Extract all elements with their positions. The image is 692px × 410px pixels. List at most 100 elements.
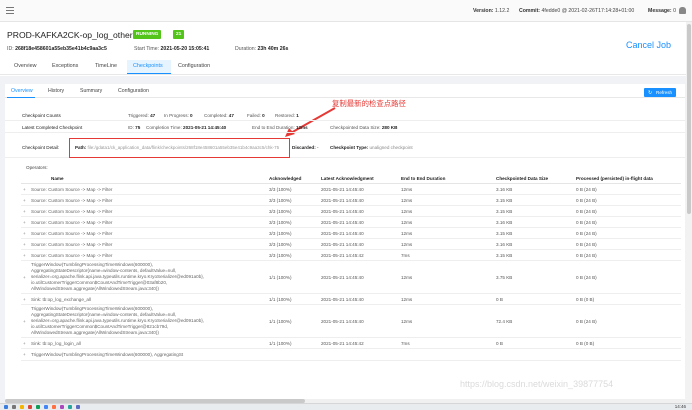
cell-size: 3.16 KB <box>496 220 513 225</box>
checkpoint-detail-label: Checkpoint Detail: <box>22 145 60 150</box>
subtab-configuration[interactable]: Configuration <box>118 88 149 94</box>
table-row[interactable]: + Sink: tb:op_log_login_all 1/1 (100%) 2021… <box>21 338 681 349</box>
cell-e2e: 12ms <box>401 297 413 302</box>
subtab-history[interactable]: History <box>48 88 64 94</box>
table-row[interactable]: + Sink: tb:op_log_exchange_all 1/1 (100%) 2… <box>21 294 681 305</box>
top-bar: Version: 1.12.2 Commit: 4fedde0 @ 2021-0… <box>0 0 692 22</box>
table-row[interactable]: + Source: Custom Source -> Map -> Filter 3… <box>21 250 681 261</box>
discarded-info: Discarded: - <box>292 145 319 150</box>
commit-info: Commit: 4fedde0 @ 2021-02-26T17:14:28+01… <box>519 8 635 14</box>
app-icon[interactable] <box>60 405 64 409</box>
expand-row-icon[interactable]: + <box>23 297 26 302</box>
cell-size: 3.15 KB <box>496 231 513 236</box>
refresh-icon: ↻ <box>648 90 653 96</box>
table-row[interactable]: + Source: Custom Source -> Map -> Filter 3… <box>21 228 681 239</box>
cell-size: 3.16 KB <box>496 242 513 247</box>
latest-e2e-duration: End to End Duration: 12ms <box>252 125 308 130</box>
latest-id: ID: 75 <box>128 125 141 130</box>
tab-configuration[interactable]: Configuration <box>178 63 210 69</box>
table-row[interactable]: + TriggerWindow(TumblingProcessingTimeWin… <box>21 305 681 338</box>
checkpoint-type: Checkpoint Type: unaligned checkpoint <box>330 145 413 150</box>
cell-size: 3.75 KB <box>496 275 513 280</box>
cell-ack: 3/3 (100%) <box>269 253 292 258</box>
cell-e2e: 12ms <box>401 198 413 203</box>
expand-row-icon[interactable]: + <box>23 253 26 258</box>
cancel-job-button[interactable]: Cancel Job <box>626 40 671 50</box>
cell-ack: 3/3 (100%) <box>269 231 292 236</box>
table-row[interactable]: + Source: Custom Source -> Map -> Filter 3… <box>21 239 681 250</box>
table-row[interactable]: + TriggerWindow(TumblingProcessingTimeWin… <box>21 261 681 294</box>
expand-row-icon[interactable]: + <box>23 341 26 346</box>
cell-latest: 2021-05-21 14:45:40 <box>321 209 364 214</box>
browser-icon[interactable] <box>28 405 32 409</box>
table-row[interactable]: + Source: Custom Source -> Map -> Filter 3… <box>21 206 681 217</box>
completed-count: Completed: 47 <box>204 113 234 118</box>
tab-overview[interactable]: Overview <box>14 63 36 69</box>
checkpoint-counts-label: Checkpoint Counts <box>22 113 61 118</box>
cell-size: 3.15 KB <box>496 253 513 258</box>
cell-latest: 2021-05-21 14:45:40 <box>321 242 364 247</box>
cell-ack: 1/1 (100%) <box>269 275 292 280</box>
latest-completion-time: Completion Time: 2021-05-21 14:45:40 <box>146 125 227 130</box>
subtab-summary[interactable]: Summary <box>80 88 102 94</box>
cell-e2e: 12ms <box>401 220 413 225</box>
latest-data-size: Checkpointed Data Size: 280 KB <box>330 125 398 130</box>
cell-e2e: 12ms <box>401 275 413 280</box>
cell-latest: 2021-05-21 14:45:40 <box>321 319 364 324</box>
table-row[interactable]: + Source: Custom Source -> Map -> Filter 3… <box>21 217 681 228</box>
table-row[interactable]: + Source: Custom Source -> Map -> Filter 3… <box>21 184 681 195</box>
message-info[interactable]: Message: 0 <box>648 8 676 14</box>
cell-e2e: 12ms <box>401 242 413 247</box>
explorer-icon[interactable] <box>20 405 24 409</box>
table-row[interactable]: + TriggerWindow(TumblingProcessingTimeWin… <box>21 349 681 361</box>
menu-icon[interactable] <box>6 7 14 14</box>
app-icon[interactable] <box>52 405 56 409</box>
latest-checkpoint-row: Latest Completed Checkpoint ID: 75 Compl… <box>5 122 685 133</box>
cell-e2e: 7ms <box>401 341 410 346</box>
latest-checkpoint-label: Latest Completed Checkpoint <box>22 125 83 130</box>
expand-row-icon[interactable]: + <box>23 275 26 280</box>
tab-timeline[interactable]: TimeLine <box>95 63 117 69</box>
operator-name: TriggerWindow(TumblingProcessingTimeWind… <box>31 352 184 357</box>
expand-row-icon[interactable]: + <box>23 319 26 324</box>
expand-row-icon[interactable]: + <box>23 220 26 225</box>
annotation-text: 复制最新的检查点路径 <box>332 99 406 108</box>
cell-ack: 1/1 (100%) <box>269 297 292 302</box>
expand-row-icon[interactable]: + <box>23 352 26 357</box>
cell-latest: 2021-05-21 14:45:40 <box>321 220 364 225</box>
tab-exceptions[interactable]: Exceptions <box>52 63 78 69</box>
app-icon[interactable] <box>76 405 80 409</box>
table-header: Name Acknowledged Latest Acknowledgment … <box>21 173 681 184</box>
cell-size: 3.16 KB <box>496 187 513 192</box>
search-icon[interactable] <box>12 405 16 409</box>
job-start-time: Start Time: 2021-05-20 15:05:41 <box>134 46 210 52</box>
cell-proc: 0 B (24 B) <box>576 319 597 324</box>
expand-row-icon[interactable]: + <box>23 242 26 247</box>
inprogress-count: In Progress: 0 <box>164 113 193 118</box>
header-name: Name <box>51 176 64 181</box>
refresh-button[interactable]: ↻ Refresh <box>644 88 676 97</box>
cell-latest: 2021-05-21 14:45:40 <box>321 187 364 192</box>
app-icon[interactable] <box>36 405 40 409</box>
app-icon[interactable] <box>68 405 72 409</box>
bell-icon[interactable] <box>679 7 686 14</box>
job-name: PROD-KAFKA2CK-op_log_other <box>7 30 133 40</box>
cell-ack: 3/3 (100%) <box>269 187 292 192</box>
cell-e2e: 12ms <box>401 231 413 236</box>
checkpoint-path[interactable]: Path: file:/gdata1/ck_application_data/f… <box>75 145 287 150</box>
expand-row-icon[interactable]: + <box>23 209 26 214</box>
subtab-overview[interactable]: Overview <box>11 88 33 94</box>
cell-ack: 1/1 (100%) <box>269 319 292 324</box>
operator-name: TriggerWindow(TumblingProcessingTimeWind… <box>31 306 205 335</box>
table-row[interactable]: + Source: Custom Source -> Map -> Filter 3… <box>21 195 681 206</box>
cell-size: 3.15 KB <box>496 209 513 214</box>
expand-row-icon[interactable]: + <box>23 187 26 192</box>
expand-row-icon[interactable]: + <box>23 198 26 203</box>
tab-checkpoints[interactable]: Checkpoints <box>133 63 163 69</box>
app-icon[interactable] <box>44 405 48 409</box>
vertical-scroll-thumb[interactable] <box>687 24 691 214</box>
operators-label: Operators: <box>26 165 48 170</box>
start-icon[interactable] <box>4 405 8 409</box>
expand-row-icon[interactable]: + <box>23 231 26 236</box>
version-info: Version: 1.12.2 <box>473 8 510 14</box>
